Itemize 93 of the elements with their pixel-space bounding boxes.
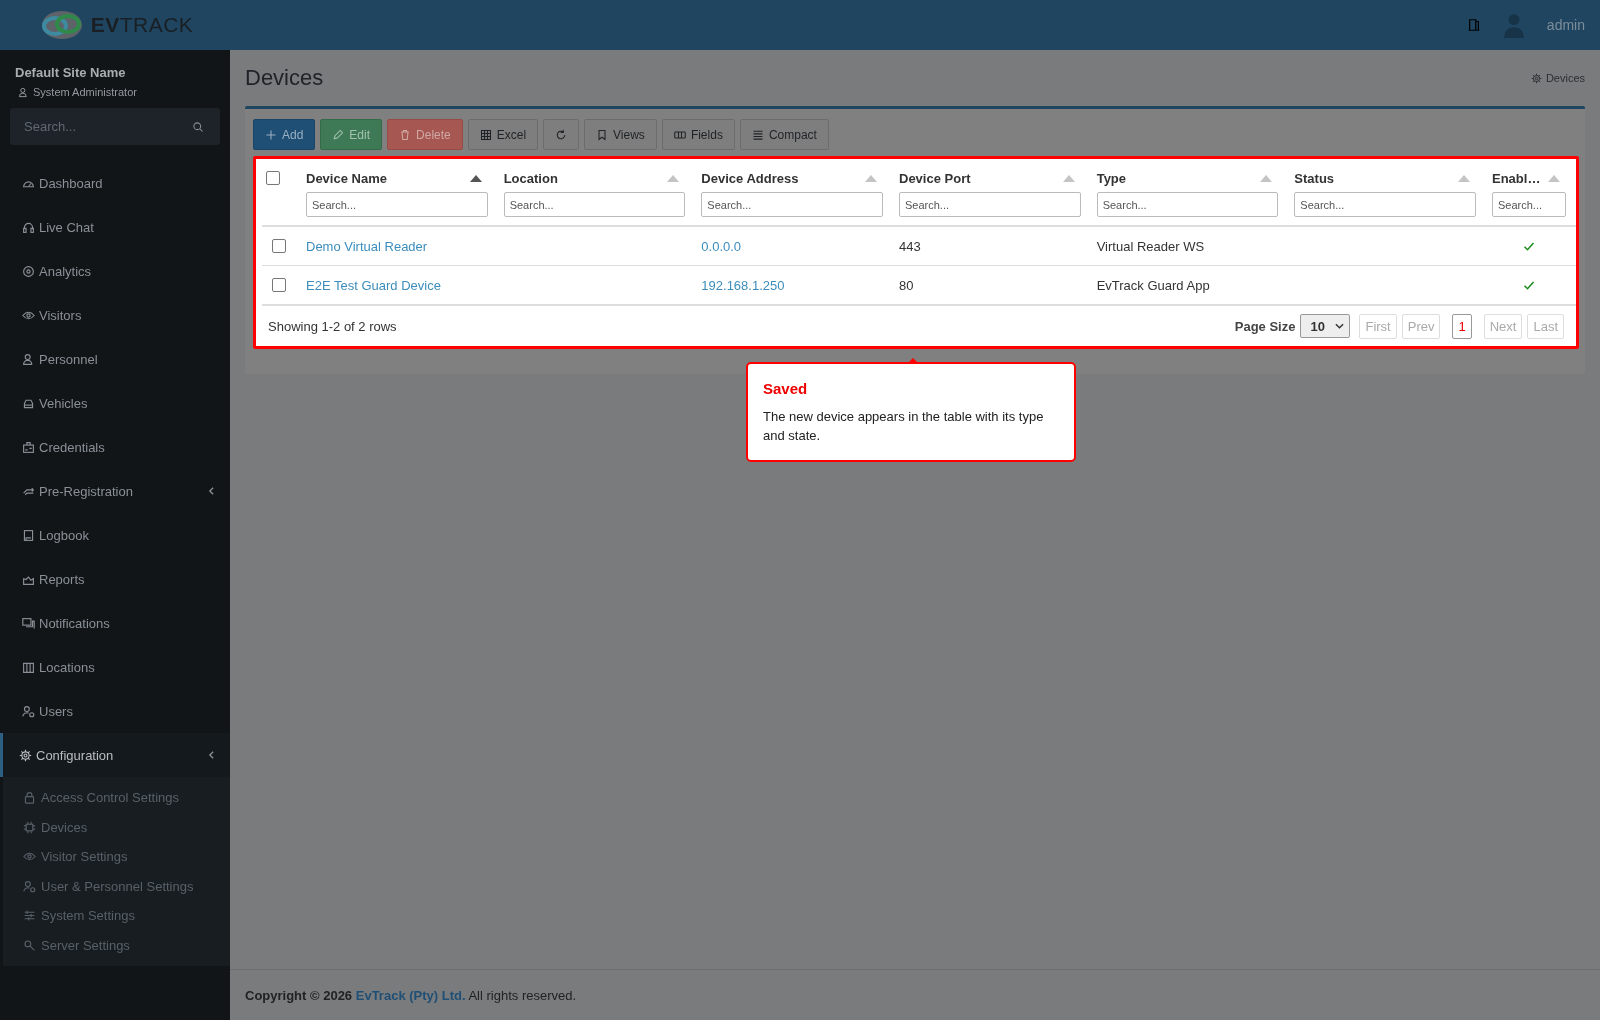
column-header[interactable]: Status [1294, 171, 1335, 186]
views-button[interactable]: Views [584, 119, 657, 150]
column-search-field[interactable]: Search... [1096, 192, 1279, 217]
page-button[interactable]: 1 [1452, 313, 1472, 339]
page-title: Devices [245, 65, 324, 91]
sidebar-item[interactable]: Pre-Registration [0, 469, 230, 513]
company-link[interactable]: EvTrack (Pty) Ltd. [355, 987, 466, 1003]
chat-icon [22, 616, 35, 630]
trash-icon [399, 128, 412, 141]
table-cell: Virtual Reader WS [1096, 238, 1205, 254]
copyright-notice: Copyright © 2026 EvTrack (Pty) Ltd. All rights reserved. [245, 987, 577, 1003]
page-size-label: Page Size [1234, 318, 1296, 334]
table-cell: 80 [899, 277, 914, 293]
user-gear-icon [23, 879, 36, 893]
column-search-field[interactable]: Search... [701, 192, 883, 217]
column-header[interactable]: Enabl… [1492, 171, 1541, 186]
sidebar-item[interactable]: Personnel [0, 337, 230, 381]
table-link[interactable]: E2E Test Guard Device [306, 277, 441, 293]
lock-icon [23, 791, 36, 805]
excel-button[interactable]: Excel [467, 119, 539, 150]
chip-icon [23, 820, 36, 834]
lines-icon [751, 128, 764, 141]
column-search-field[interactable]: Search... [1294, 192, 1476, 217]
column-search-field[interactable]: Search... [503, 192, 686, 217]
refresh-icon [555, 128, 568, 141]
settings-icon [19, 748, 32, 762]
site-name: Default Site Name [14, 64, 127, 80]
pencil-icon [332, 128, 345, 141]
sidebar-item[interactable]: Logbook [0, 513, 230, 557]
table-cell: 443 [899, 238, 921, 254]
row-summary: Showing 1-2 of 2 rows [268, 318, 397, 334]
sidebar-item[interactable]: Notifications [0, 601, 230, 645]
breadcrumb-link[interactable]: Devices [1545, 72, 1585, 84]
sidebar-subitem[interactable]: Visitor Settings [3, 842, 230, 872]
callout-title: Saved [763, 380, 809, 397]
column-search-field[interactable]: Search... [306, 192, 488, 217]
column-search-field[interactable]: Search... [1492, 192, 1566, 217]
settings-icon [1530, 72, 1542, 84]
plus-icon [265, 128, 277, 141]
table-link[interactable]: 0.0.0.0 [701, 238, 742, 254]
column-header[interactable]: Type [1096, 171, 1127, 186]
add-button[interactable]: Add [253, 119, 316, 150]
table-cell: EvTrack Guard App [1096, 277, 1210, 293]
search-field[interactable]: Search... [10, 108, 220, 145]
sidebar-item[interactable]: Visitors [0, 293, 230, 337]
column-header[interactable]: Device Port [899, 171, 971, 186]
sidebar-item[interactable]: Live Chat [0, 205, 230, 249]
sidebar-subitem[interactable]: User & Personnel Settings [3, 871, 230, 901]
user-gear-icon [22, 704, 35, 718]
sidebar-subitem[interactable]: Server Settings [3, 930, 230, 960]
page-size-select[interactable]: 10 [1300, 314, 1351, 338]
door-icon[interactable] [1466, 18, 1481, 32]
book-icon [22, 528, 35, 542]
sidebar-subitem[interactable]: Devices [3, 812, 230, 842]
sidebar-item[interactable]: Locations [0, 645, 230, 689]
column-header[interactable]: Device Address [701, 171, 799, 186]
sidebar-item[interactable]: Credentials [0, 425, 230, 469]
headset-icon [22, 220, 35, 234]
sort-icon[interactable] [469, 175, 482, 182]
table-link[interactable]: Demo Virtual Reader [306, 238, 428, 254]
role-label: System Administrator [33, 86, 137, 98]
chevron-icon [1335, 323, 1345, 329]
column-header[interactable]: Location [503, 171, 558, 186]
callout-text: The new device appears in the table with its type and state. [763, 408, 1045, 445]
search-icon [192, 121, 204, 133]
sidebar-item[interactable]: Vehicles [0, 381, 230, 425]
table-icon [479, 128, 492, 141]
column-header[interactable]: Device Name [306, 171, 387, 186]
bookmark-icon [596, 128, 609, 141]
person-icon [22, 352, 35, 366]
sidebar-item[interactable]: Configuration [0, 733, 230, 777]
target-icon [22, 264, 35, 278]
sliders-icon [23, 909, 36, 923]
logo-text: EVTRACK [90, 13, 194, 37]
row-checkbox[interactable] [272, 278, 286, 292]
sidebar-subitem[interactable]: Access Control Settings [3, 783, 230, 813]
sidebar-item[interactable]: Users [0, 689, 230, 733]
columns-icon [673, 128, 686, 141]
sidebar-subitem[interactable]: System Settings [3, 901, 230, 931]
refresh-button[interactable] [543, 119, 580, 150]
fields-button[interactable]: Fields [661, 119, 735, 150]
sidebar-item[interactable]: Analytics [0, 249, 230, 293]
map-icon [22, 660, 35, 674]
id-badge-icon [22, 440, 35, 454]
table-link[interactable]: 192.168.1.250 [701, 277, 785, 293]
user-name[interactable]: admin [1546, 17, 1585, 33]
sidebar-item[interactable]: Dashboard [0, 161, 230, 205]
select-all-checkbox[interactable] [266, 171, 280, 185]
user-icon [18, 86, 29, 98]
compact-button[interactable]: Compact [739, 119, 829, 150]
row-checkbox[interactable] [272, 239, 286, 253]
column-search-field[interactable]: Search... [899, 192, 1081, 217]
sidebar-item[interactable]: Reports [0, 557, 230, 601]
